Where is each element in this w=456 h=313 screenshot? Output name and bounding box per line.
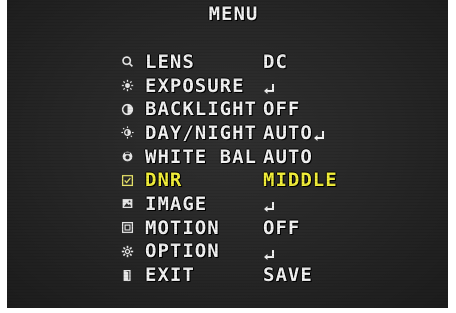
lens-icon (119, 54, 135, 70)
menu-item-value: OFF (263, 216, 301, 239)
day-night-icon (119, 125, 135, 141)
enter-arrow-icon (313, 126, 326, 142)
menu-item-label: LENS (145, 50, 195, 73)
menu-item-value (263, 245, 276, 260)
enter-arrow-icon (263, 79, 276, 95)
menu-item-value (263, 197, 276, 213)
dnr-icon (119, 172, 135, 188)
menu-item-value: SAVE (263, 264, 313, 287)
menu-item-motion[interactable]: MOTION OFF (119, 216, 338, 240)
backlight-icon (119, 101, 135, 117)
menu-item-exposure[interactable]: EXPOSURE (119, 74, 338, 98)
menu-title: MENU (208, 3, 259, 25)
menu-item-exit[interactable]: EXIT SAVE (119, 263, 338, 287)
exposure-sun-icon (119, 78, 135, 94)
white-balance-icon (119, 149, 135, 165)
enter-arrow-icon (263, 245, 276, 260)
menu-item-value: OFF (263, 98, 301, 121)
menu-item-value (263, 79, 276, 95)
menu-list: LENS DC EXPOSURE BACKLIGHT OFF DAY/NIGHT… (119, 50, 338, 287)
menu-item-label: MOTION (145, 216, 220, 239)
frame: MENU LENS DC EXPOSURE BACKLIGHT OFF DAY/… (0, 0, 456, 313)
menu-item-dnr[interactable]: DNR MIDDLE (119, 168, 338, 192)
menu-item-backlight[interactable]: BACKLIGHT OFF (119, 97, 338, 121)
menu-item-value: AUTO (263, 122, 326, 144)
menu-item-lens[interactable]: LENS DC (119, 50, 338, 74)
menu-item-value: AUTO (263, 145, 313, 168)
enter-arrow-icon (263, 197, 276, 213)
exit-door-icon (119, 267, 135, 283)
menu-item-option[interactable]: OPTION (119, 240, 338, 264)
menu-item-label: DAY/NIGHT (145, 121, 257, 144)
osd-screen: MENU LENS DC EXPOSURE BACKLIGHT OFF DAY/… (7, 0, 448, 308)
menu-item-label: EXPOSURE (145, 74, 245, 97)
menu-item-label: WHITE BAL (145, 145, 257, 168)
menu-item-label: IMAGE (145, 192, 208, 215)
menu-item-image[interactable]: IMAGE (119, 192, 338, 216)
menu-item-day-night[interactable]: DAY/NIGHT AUTO (119, 121, 338, 145)
motion-icon (119, 220, 135, 236)
menu-item-label: DNR (145, 169, 183, 192)
menu-item-white-bal[interactable]: WHITE BAL AUTO (119, 145, 338, 169)
menu-item-label: OPTION (145, 240, 220, 263)
menu-item-value: MIDDLE (263, 169, 338, 192)
option-gear-icon (119, 243, 135, 259)
menu-item-value: DC (263, 50, 288, 73)
menu-item-label: BACKLIGHT (145, 98, 257, 121)
menu-item-label: EXIT (145, 264, 195, 287)
image-icon (119, 196, 135, 212)
